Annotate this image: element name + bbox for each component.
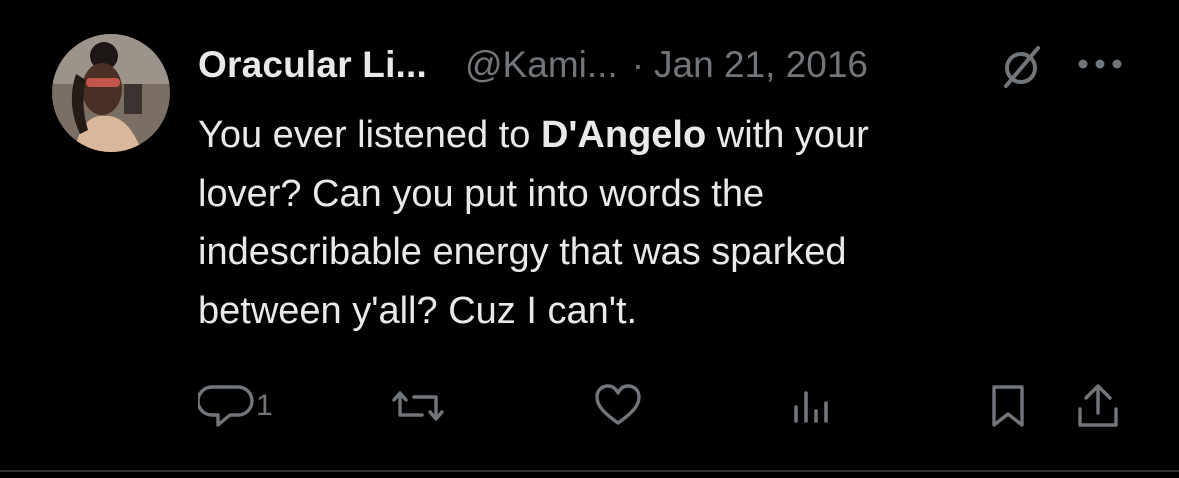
text-span: with your	[706, 114, 869, 156]
tweet-text-line: between y'all? Cuz I can't.	[198, 289, 638, 332]
action-bar: 1	[0, 378, 1179, 438]
bookmark-icon	[992, 385, 1024, 427]
retweet-button[interactable]	[388, 378, 454, 434]
tweet-text-line: indescribable energy that was sparked	[198, 231, 847, 273]
reply-button[interactable]: 1	[198, 378, 273, 434]
tweet-date[interactable]: Jan 21, 2016	[654, 44, 868, 86]
handle[interactable]: @Kami...	[465, 44, 618, 86]
divider	[0, 470, 1179, 472]
reply-icon	[198, 385, 254, 427]
tweet-text-line: You ever listened to D'Angelo with your	[198, 106, 1098, 165]
grok-icon[interactable]	[998, 44, 1044, 90]
tweet-text: You ever listened to D'Angelo with your …	[198, 106, 1098, 340]
reply-count: 1	[256, 389, 273, 422]
retweet-icon	[392, 391, 444, 421]
heart-icon	[595, 384, 641, 425]
like-button[interactable]	[592, 378, 650, 434]
text-span: You ever listened to	[198, 114, 541, 156]
share-button[interactable]	[1072, 378, 1124, 434]
tweet-text-line: lover? Can you put into words the	[198, 172, 765, 215]
tweet[interactable]: Oracular Li... @Kami... · Jan 21, 2016 Y…	[0, 0, 1179, 472]
mention-bold: D'Angelo	[540, 114, 707, 156]
separator: ·	[631, 44, 645, 85]
share-icon	[1078, 384, 1118, 427]
more-icon[interactable]	[1076, 54, 1124, 74]
avatar[interactable]	[52, 34, 170, 152]
display-name[interactable]: Oracular Li...	[198, 44, 427, 86]
analytics-icon	[794, 391, 828, 423]
bookmark-button[interactable]	[984, 378, 1034, 434]
views-button[interactable]	[788, 378, 844, 434]
